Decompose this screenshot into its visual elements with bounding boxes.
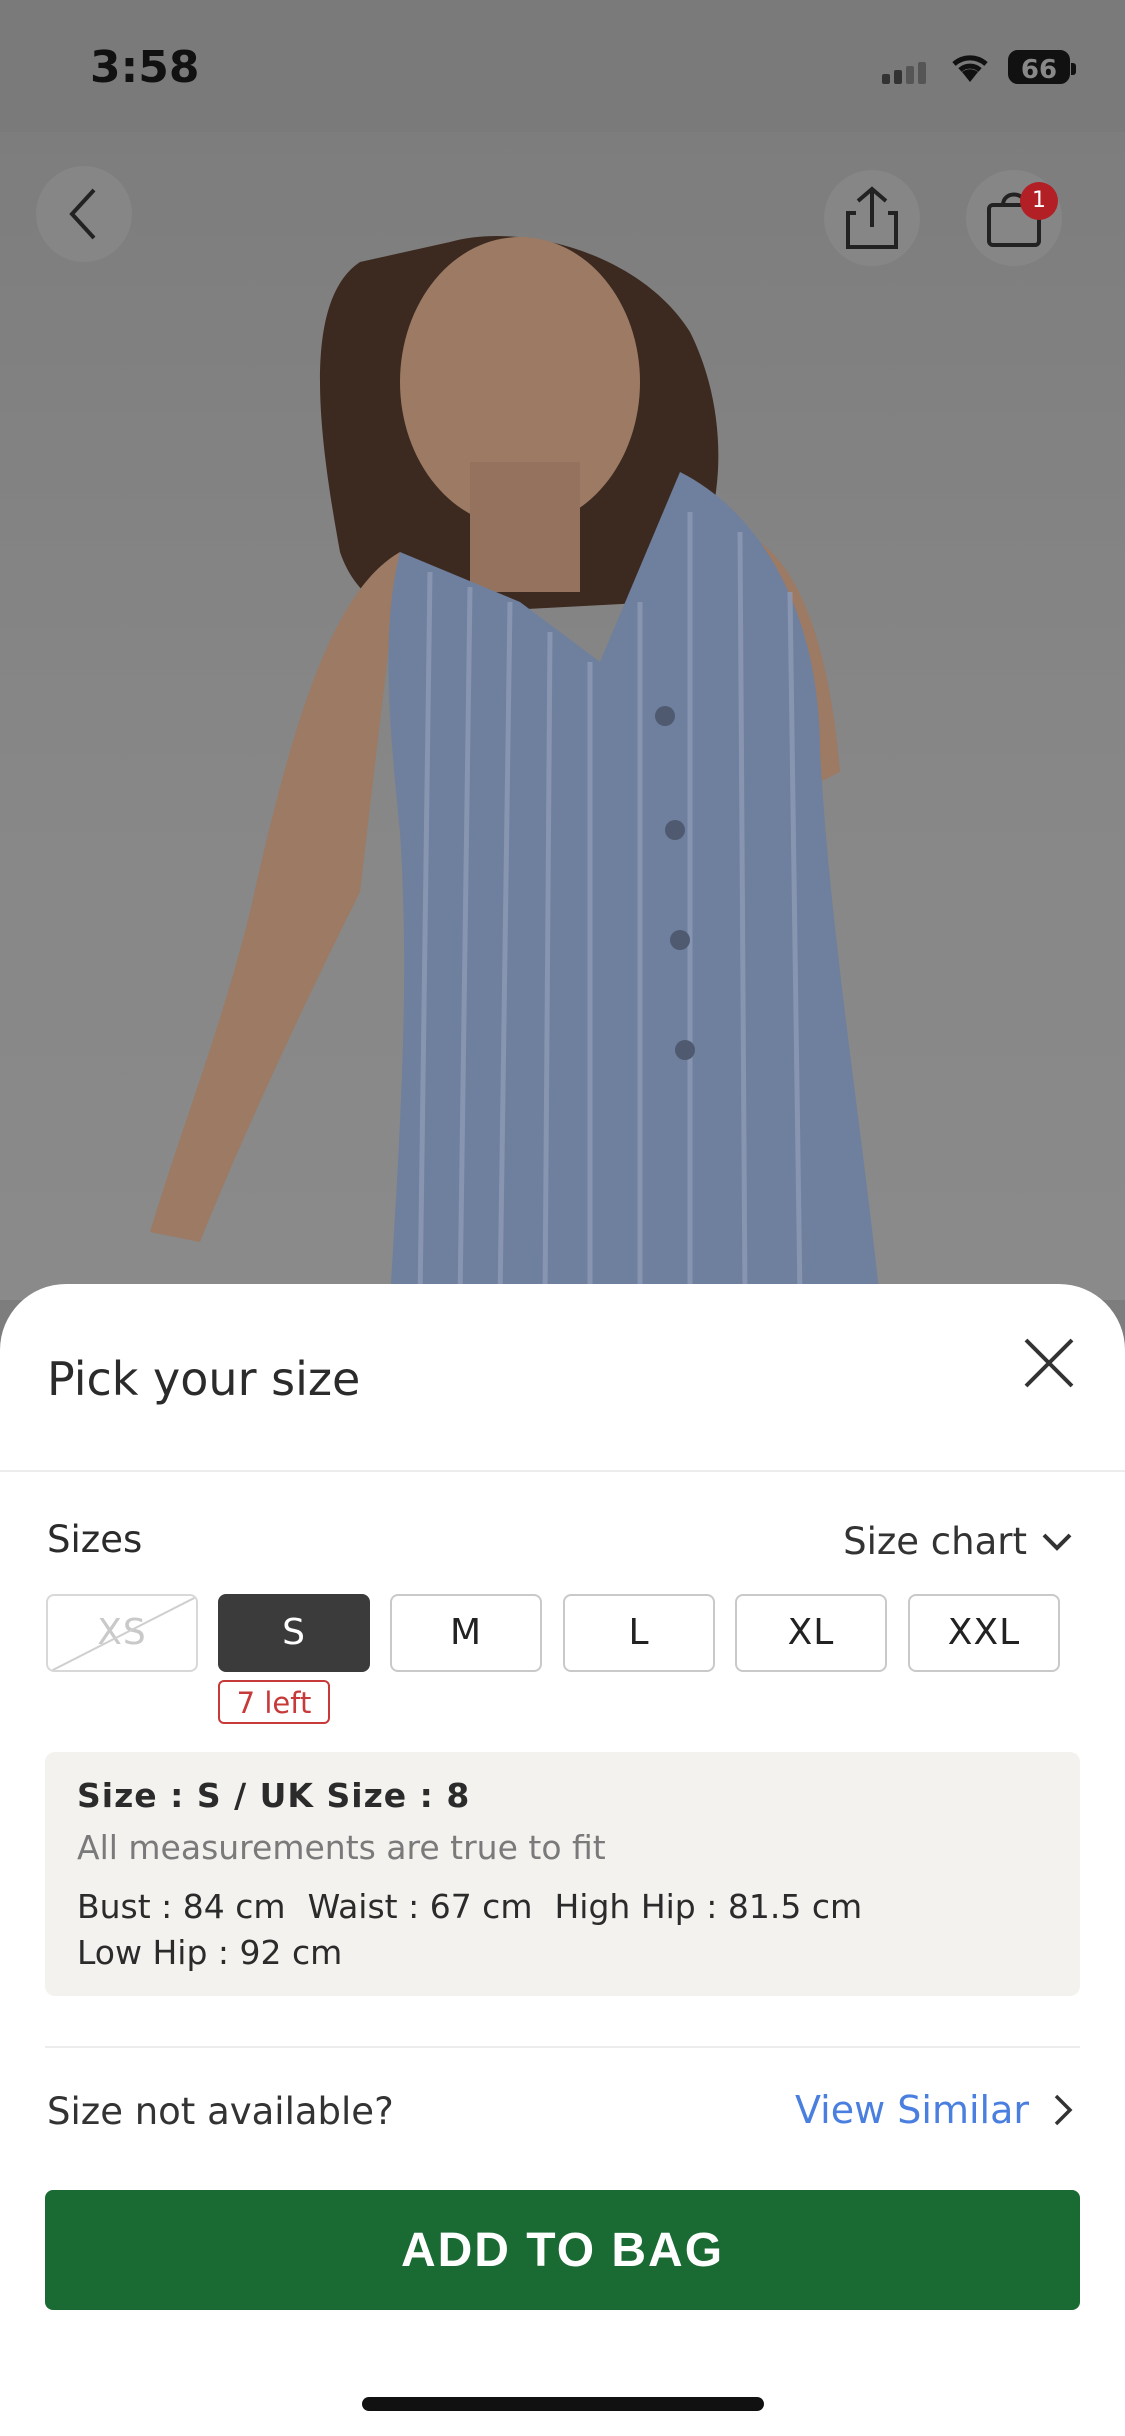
size-option-xl[interactable]: XL	[735, 1594, 887, 1672]
size-info-note: All measurements are true to fit	[77, 1828, 606, 1867]
size-option-s[interactable]: S	[218, 1594, 370, 1672]
size-chart-toggle[interactable]: Size chart	[843, 1520, 1073, 1563]
product-image[interactable]	[0, 0, 1125, 1300]
waist-measurement: Waist : 67 cm	[307, 1887, 533, 1926]
battery-icon: 66	[1008, 50, 1076, 85]
status-time: 3:58	[90, 42, 200, 93]
size-chart-label: Size chart	[843, 1520, 1027, 1563]
view-similar-label: View Similar	[795, 2088, 1029, 2132]
view-similar-link[interactable]: View Similar	[795, 2088, 1073, 2132]
size-option-l[interactable]: L	[563, 1594, 715, 1672]
size-info-title: Size : S / UK Size : 8	[77, 1776, 471, 1815]
close-icon[interactable]	[1020, 1334, 1078, 1392]
content-divider	[45, 2046, 1080, 2048]
size-info-panel: Size : S / UK Size : 8 All measurements …	[45, 1752, 1080, 1996]
header-divider	[0, 1470, 1125, 1472]
chevron-right-icon	[1054, 2094, 1073, 2126]
share-button[interactable]	[824, 170, 920, 266]
size-option-xs: XS	[46, 1594, 198, 1672]
status-bar: 3:58 66	[0, 0, 1125, 132]
size-not-available-text: Size not available?	[47, 2090, 394, 2133]
back-button[interactable]	[36, 166, 132, 262]
cellular-signal-icon	[882, 62, 930, 84]
sheet-title: Pick your size	[47, 1352, 361, 1406]
add-to-bag-button[interactable]: ADD TO BAG	[45, 2190, 1080, 2310]
chevron-left-icon	[69, 188, 96, 240]
bag-count-badge: 1	[1020, 182, 1058, 220]
sizes-label: Sizes	[47, 1518, 143, 1561]
wifi-icon	[952, 55, 988, 82]
stock-left-badge: 7 left	[218, 1680, 330, 1724]
size-option-xxl[interactable]: XXL	[908, 1594, 1060, 1672]
high-hip-measurement: High Hip : 81.5 cm	[554, 1887, 863, 1926]
size-measurements: Bust : 84 cm Waist : 67 cm High Hip : 81.5…	[77, 1884, 884, 1976]
model-figure	[150, 236, 880, 1300]
size-option-m[interactable]: M	[390, 1594, 542, 1672]
home-indicator[interactable]	[362, 2397, 764, 2411]
low-hip-measurement: Low Hip : 92 cm	[77, 1933, 343, 1972]
share-icon	[846, 186, 898, 249]
chevron-down-icon	[1042, 1533, 1072, 1551]
bust-measurement: Bust : 84 cm	[77, 1887, 286, 1926]
